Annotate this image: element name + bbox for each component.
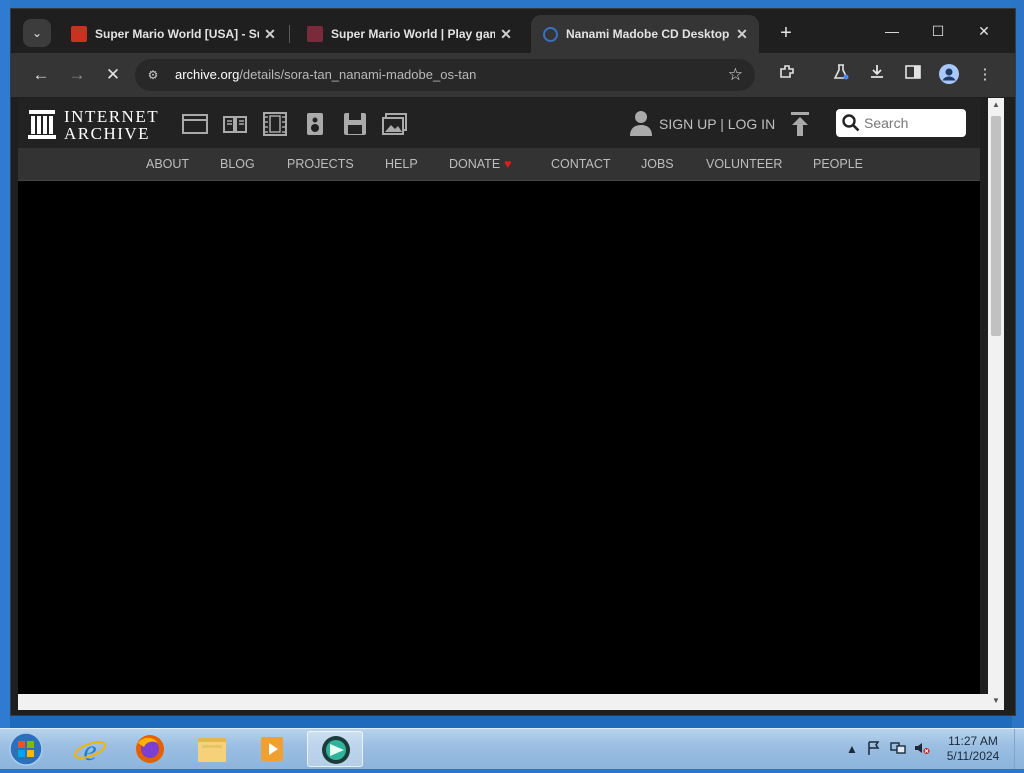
subnav-help[interactable]: HELP — [385, 157, 418, 171]
loading-spinner-icon — [543, 26, 558, 42]
desktop-background-left — [0, 0, 10, 730]
media-player-icon — [261, 737, 283, 761]
tab-separator — [289, 25, 290, 43]
page-viewport: INTERNET ARCHIVE SIGN UP | LOG IN Search… — [18, 98, 980, 702]
action-center-flag-icon[interactable] — [866, 741, 882, 757]
tab-favicon-icon — [71, 26, 87, 42]
new-tab-button[interactable]: + — [773, 21, 799, 47]
web-icon[interactable] — [182, 112, 208, 136]
firefox-icon — [136, 735, 164, 763]
show-hidden-icons[interactable]: ▲ — [844, 741, 860, 757]
tab-title: Super Mario World | Play gam — [331, 27, 495, 41]
logo-text-line2: ARCHIVE — [64, 124, 151, 143]
svg-text:e: e — [83, 734, 96, 767]
clock-date: 5/11/2024 — [946, 749, 1000, 763]
folder-icon — [198, 738, 226, 762]
ia-search-input[interactable]: Search — [836, 109, 966, 137]
system-clock[interactable]: 11:27 AM 5/11/2024 — [936, 734, 1010, 764]
audio-speaker-icon[interactable] — [302, 112, 328, 136]
images-icon[interactable] — [382, 112, 408, 136]
taskbar-internet-explorer[interactable]: e — [62, 731, 118, 767]
tab-super-mario-play[interactable]: Super Mario World | Play gam ✕ — [295, 15, 523, 53]
subnav-projects[interactable]: PROJECTS — [287, 157, 354, 171]
tab-close-icon[interactable]: ✕ — [495, 26, 517, 43]
user-icon[interactable] — [630, 110, 652, 136]
back-button[interactable]: ← — [27, 61, 55, 89]
taskbar-chrome-active[interactable] — [307, 731, 363, 767]
subnav-donate-label: DONATE — [449, 157, 501, 171]
tab-nanami-madobe[interactable]: Nanami Madobe CD Desktop I ✕ — [531, 15, 759, 53]
ia-top-navigation: INTERNET ARCHIVE SIGN UP | LOG IN Search — [18, 98, 980, 148]
texts-book-icon[interactable] — [222, 112, 248, 136]
address-bar[interactable]: ⚙ archive.org/details/sora-tan_nanami-ma… — [135, 59, 755, 91]
subnav-about[interactable]: ABOUT — [146, 157, 189, 171]
tab-title: Super Mario World [USA] - Su — [95, 27, 259, 41]
scroll-thumb[interactable] — [991, 116, 1001, 336]
subnav-volunteer[interactable]: VOLUNTEER — [706, 157, 782, 171]
heart-icon: ♥ — [504, 157, 512, 171]
signup-login-link[interactable]: SIGN UP | LOG IN — [659, 116, 775, 132]
search-placeholder: Search — [864, 115, 909, 131]
browser-toolbar: ← → ✕ ⚙ archive.org/details/sora-tan_nan… — [11, 53, 1015, 97]
chevron-down-icon: ⌄ — [31, 26, 43, 40]
tab-strip: ⌄ Super Mario World [USA] - Su ✕ Super M… — [11, 9, 1015, 53]
search-icon — [842, 114, 860, 132]
page-bottom-strip — [18, 694, 988, 710]
bookmark-star-icon[interactable]: ☆ — [728, 65, 743, 85]
downloads-icon[interactable] — [865, 63, 889, 87]
subnav-contact[interactable]: CONTACT — [551, 157, 611, 171]
show-desktop-button[interactable] — [1014, 729, 1024, 769]
chrome-menu-icon[interactable]: ⋮ — [973, 63, 997, 87]
vertical-scrollbar[interactable]: ▲ ▼ — [988, 98, 1004, 710]
taskbar-file-explorer[interactable] — [184, 731, 240, 767]
internet-explorer-icon: e — [73, 734, 107, 767]
url-path: /details/sora-tan_nanami-madobe_os-tan — [239, 67, 477, 82]
stop-loading-button[interactable]: ✕ — [99, 61, 127, 89]
subnav-donate[interactable]: DONATE ♥ — [449, 157, 512, 171]
taskbar-firefox[interactable] — [122, 731, 178, 767]
start-button[interactable] — [6, 731, 46, 767]
tab-title: Nanami Madobe CD Desktop I — [566, 27, 731, 41]
tab-favicon-icon — [307, 26, 323, 42]
ia-sub-navigation: ABOUT BLOG PROJECTS HELP DONATE ♥ CONTACT… — [18, 148, 980, 181]
video-film-icon[interactable] — [262, 112, 288, 136]
tab-super-mario-usa[interactable]: Super Mario World [USA] - Su ✕ — [59, 15, 287, 53]
scroll-up-icon[interactable]: ▲ — [988, 98, 1004, 112]
taskbar-media-player[interactable] — [245, 731, 301, 767]
subnav-jobs[interactable]: JOBS — [641, 157, 674, 171]
forward-button[interactable]: → — [63, 61, 91, 89]
volume-muted-icon[interactable] — [914, 741, 930, 757]
tab-close-icon[interactable]: ✕ — [731, 26, 753, 43]
software-floppy-icon[interactable] — [342, 112, 368, 136]
temple-logo-icon — [28, 110, 56, 139]
close-window-button[interactable]: ✕ — [961, 17, 1007, 45]
minimize-button[interactable]: — — [869, 17, 915, 45]
tab-search-button[interactable]: ⌄ — [23, 19, 51, 47]
subnav-blog[interactable]: BLOG — [220, 157, 255, 171]
maximize-button[interactable]: ☐ — [915, 17, 961, 45]
windows-taskbar: e ▲ 11:27 AM 5/11/2024 — [0, 728, 1024, 769]
profile-avatar-icon[interactable] — [937, 63, 961, 87]
side-panel-icon[interactable] — [901, 63, 925, 87]
upload-icon[interactable] — [790, 111, 810, 137]
site-settings-icon[interactable]: ⚙ — [145, 67, 161, 83]
subnav-people[interactable]: PEOPLE — [813, 157, 863, 171]
network-icon[interactable] — [890, 741, 906, 757]
clock-time: 11:27 AM — [948, 734, 998, 748]
url-host: archive.org — [175, 67, 240, 82]
extensions-icon[interactable] — [775, 63, 799, 87]
tab-close-icon[interactable]: ✕ — [259, 26, 281, 43]
internet-archive-logo[interactable]: INTERNET ARCHIVE — [28, 107, 168, 143]
labs-flask-icon[interactable] — [829, 63, 853, 87]
scroll-down-icon[interactable]: ▼ — [988, 694, 1004, 708]
url-text[interactable]: archive.org/details/sora-tan_nanami-mado… — [175, 67, 476, 82]
browser-app-icon — [322, 736, 350, 764]
